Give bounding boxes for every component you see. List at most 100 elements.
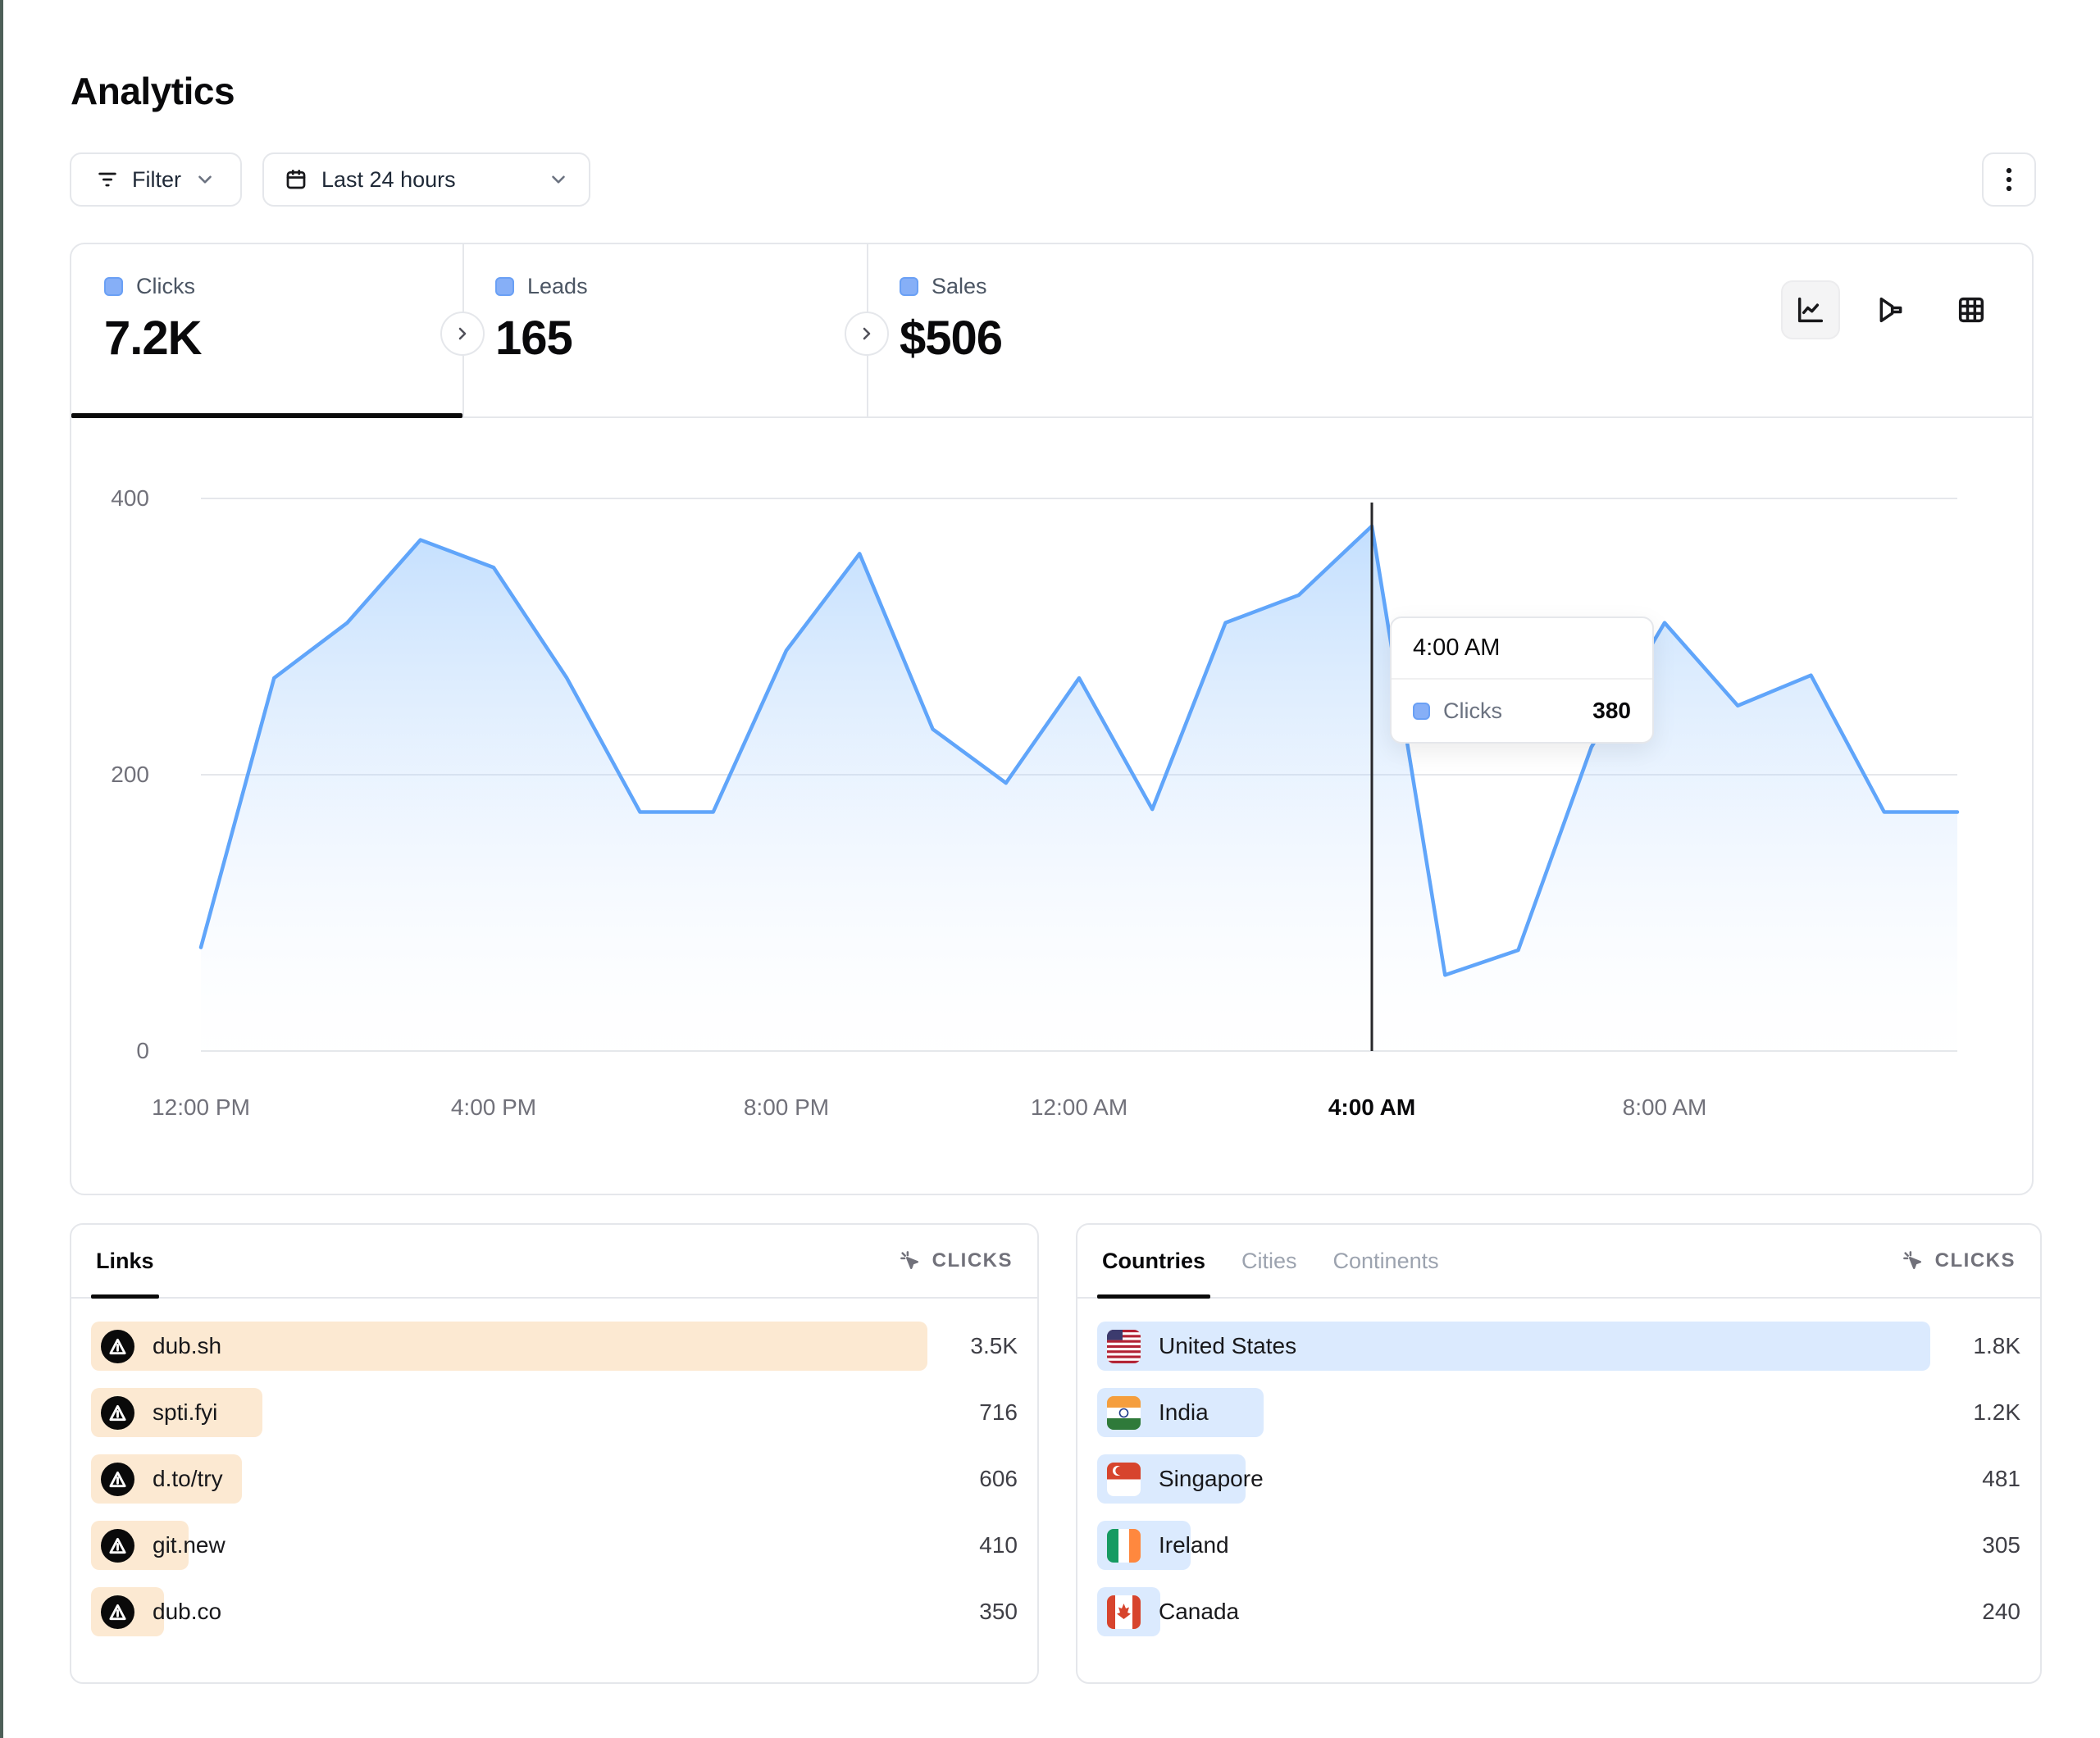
link-row[interactable]: dub.sh3.5K: [91, 1322, 1018, 1371]
row-track: git.new: [91, 1521, 927, 1570]
cursor-click-icon: [898, 1249, 922, 1273]
expand-clicks-button[interactable]: [440, 312, 485, 356]
geo-panel: Countries Cities Continents CLICKS United …: [1076, 1223, 2042, 1684]
row-label: dub.co: [153, 1599, 221, 1625]
date-range-button[interactable]: Last 24 hours: [262, 152, 590, 207]
table-grid-icon: [1955, 293, 1988, 326]
ca-flag-icon: [1107, 1595, 1141, 1629]
row-value: 305: [1930, 1532, 2020, 1558]
tab-countries[interactable]: Countries: [1102, 1225, 1205, 1297]
row-content: d.to/try: [101, 1454, 223, 1504]
links-metric-selector[interactable]: CLICKS: [898, 1249, 1013, 1273]
analytics-page: Analytics Filter Last 24 hours Cli: [0, 0, 2100, 1738]
row-label: India: [1159, 1399, 1209, 1426]
x-axis-tick: 4:00 AM: [1328, 1094, 1415, 1120]
row-content: git.new: [101, 1521, 225, 1570]
y-axis-tick: 200: [111, 762, 149, 787]
sales-legend-swatch: [900, 277, 918, 296]
links-panel-header: Links CLICKS: [71, 1225, 1037, 1299]
links-list: dub.sh3.5K spti.fyi 716 d.to/try606 git.new 4…: [91, 1322, 1018, 1654]
funnel-chart-icon: [1875, 293, 1907, 326]
line-chart-view-button[interactable]: [1781, 280, 1840, 339]
tooltip-series-label: Clicks: [1443, 698, 1502, 724]
row-label: Ireland: [1159, 1532, 1229, 1558]
row-content: United States: [1107, 1322, 1296, 1371]
clicks-time-series-chart[interactable]: 02004004:00 PM8:00 PM12:00 AM4:00 AM8:00…: [71, 418, 2035, 1197]
row-value: 716: [927, 1399, 1018, 1426]
dub-logo-icon: [101, 1595, 134, 1629]
page-edge-accent: [0, 0, 3, 1738]
geo-panel-header: Countries Cities Continents CLICKS: [1077, 1225, 2040, 1299]
x-axis-tick: 4:00 PM: [451, 1094, 536, 1120]
x-axis-tick: 8:00 PM: [744, 1094, 829, 1120]
links-panel: Links CLICKS dub.sh3.5K spti.fyi 716 d.to/t…: [70, 1223, 1039, 1684]
expand-leads-button[interactable]: [845, 312, 889, 356]
chevron-right-icon: [857, 324, 877, 344]
geo-metric-selector[interactable]: CLICKS: [1901, 1249, 2016, 1273]
link-row[interactable]: d.to/try606: [91, 1454, 1018, 1504]
area-fill: [201, 526, 1957, 1051]
ie-flag-icon: [1107, 1529, 1141, 1563]
row-track: d.to/try: [91, 1454, 927, 1504]
chevron-down-icon: [194, 169, 216, 190]
filter-icon: [96, 168, 119, 191]
country-row[interactable]: India 1.2K: [1097, 1388, 2020, 1437]
row-track: spti.fyi: [91, 1388, 927, 1437]
row-label: d.to/try: [153, 1466, 223, 1492]
more-options-button[interactable]: [1982, 152, 2036, 207]
row-content: Ireland: [1107, 1521, 1229, 1570]
tab-cities[interactable]: Cities: [1241, 1225, 1297, 1297]
table-view-button[interactable]: [1942, 280, 2001, 339]
stat-tab-clicks[interactable]: Clicks 7.2K: [71, 244, 462, 416]
row-track: India: [1097, 1388, 1930, 1437]
row-value: 1.2K: [1930, 1399, 2020, 1426]
page-title: Analytics: [71, 69, 235, 113]
tooltip-time: 4:00 AM: [1392, 618, 1652, 680]
dub-logo-icon: [101, 1330, 134, 1363]
calendar-icon: [284, 167, 308, 192]
country-row[interactable]: United States1.8K: [1097, 1322, 2020, 1371]
row-content: India: [1107, 1388, 1209, 1437]
countries-list: United States1.8K India 1.2K Singapore481 Ir…: [1097, 1322, 2020, 1654]
leads-legend-swatch: [495, 277, 514, 296]
country-row[interactable]: Canada240: [1097, 1587, 2020, 1636]
stat-tab-leads[interactable]: Leads 165: [462, 244, 867, 416]
row-content: spti.fyi: [101, 1388, 217, 1437]
filter-button-label: Filter: [132, 167, 181, 193]
link-row[interactable]: git.new 410: [91, 1521, 1018, 1570]
row-track: Ireland: [1097, 1521, 1930, 1570]
row-label: spti.fyi: [153, 1399, 217, 1426]
clicks-legend-swatch: [104, 277, 123, 296]
row-value: 481: [1930, 1466, 2020, 1492]
line-chart-icon: [1794, 293, 1827, 326]
date-range-label: Last 24 hours: [321, 167, 456, 193]
row-track: United States: [1097, 1322, 1930, 1371]
dub-logo-icon: [101, 1396, 134, 1430]
tab-links[interactable]: Links: [96, 1225, 154, 1297]
link-row[interactable]: dub.co350: [91, 1587, 1018, 1636]
cursor-click-icon: [1901, 1249, 1925, 1273]
stat-label: Leads: [527, 274, 588, 299]
funnel-view-button[interactable]: [1861, 280, 1920, 339]
stat-label: Clicks: [136, 274, 195, 299]
stat-value: 165: [495, 311, 867, 366]
filter-button[interactable]: Filter: [70, 152, 242, 207]
country-row[interactable]: Singapore481: [1097, 1454, 2020, 1504]
stat-value: 7.2K: [104, 311, 462, 366]
area-chart: 02004004:00 PM8:00 PM12:00 AM4:00 AM8:00…: [71, 418, 2035, 1197]
kebab-menu-icon: [1997, 166, 2021, 193]
row-value: 410: [927, 1532, 1018, 1558]
stat-tab-sales[interactable]: Sales $506: [867, 244, 1359, 416]
analytics-card: Clicks 7.2K Leads 165 Sales $506: [70, 243, 2034, 1195]
tab-continents[interactable]: Continents: [1333, 1225, 1439, 1297]
row-label: git.new: [153, 1532, 225, 1558]
us-flag-icon: [1107, 1330, 1141, 1363]
row-track: dub.sh: [91, 1322, 927, 1371]
stat-value: $506: [900, 311, 1359, 366]
in-flag-icon: [1107, 1396, 1141, 1430]
country-row[interactable]: Ireland 305: [1097, 1521, 2020, 1570]
x-axis-tick: 12:00 AM: [1031, 1094, 1127, 1120]
stats-row: Clicks 7.2K Leads 165 Sales $506: [71, 244, 2032, 418]
row-value: 3.5K: [927, 1333, 1018, 1359]
link-row[interactable]: spti.fyi 716: [91, 1388, 1018, 1437]
